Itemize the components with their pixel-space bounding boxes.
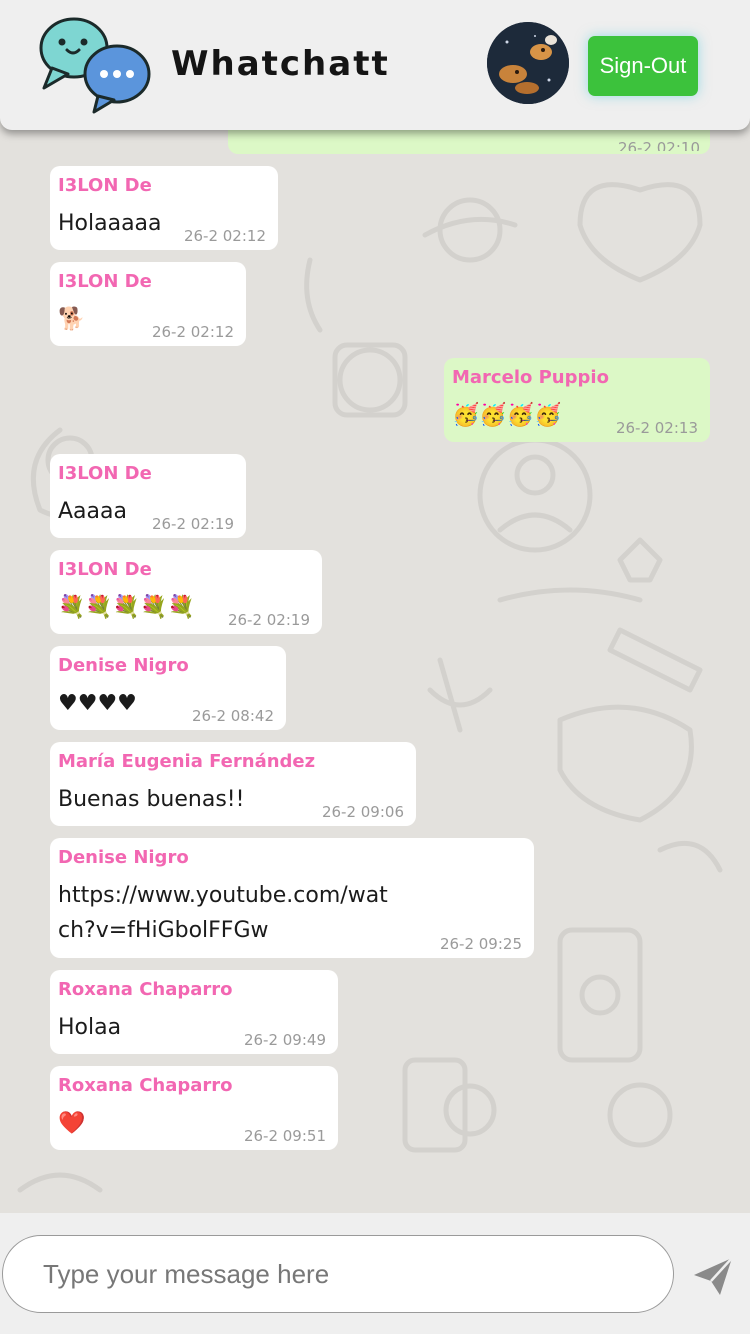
chat-bubbles-icon bbox=[39, 17, 151, 114]
message-sender: Roxana Chaparro bbox=[58, 1075, 233, 1096]
message-time: 26-2 09:51 bbox=[243, 1127, 326, 1145]
message-time: 26-2 02:12 bbox=[183, 227, 266, 245]
message-bubble: I3LON De 🐕 26-2 02:12 bbox=[50, 262, 246, 346]
message-bubble: Roxana Chaparro Holaa 26-2 09:49 bbox=[50, 970, 338, 1054]
message-bubble: I3LON De 💐💐💐💐💐 26-2 02:19 bbox=[50, 550, 322, 634]
message-bubble: María Eugenia Fernández Buenas buenas!! … bbox=[50, 742, 416, 826]
message-text: 💐💐💐💐💐 bbox=[58, 595, 195, 620]
message-time: 26-2 02:13 bbox=[615, 419, 698, 437]
message-time: 26-2 02:19 bbox=[151, 515, 234, 533]
message-time: 26-2 09:25 bbox=[439, 935, 522, 953]
message-text: Holaaaaa bbox=[58, 211, 162, 236]
message-bubble: I3LON De Holaaaaa 26-2 02:12 bbox=[50, 166, 278, 250]
message-text: ❤️ bbox=[58, 1111, 86, 1136]
message-text: Holaa bbox=[58, 1015, 122, 1040]
message-sender: I3LON De bbox=[58, 175, 152, 196]
message-time: 26-2 08:42 bbox=[191, 707, 274, 725]
message-sender: Marcelo Puppio bbox=[452, 367, 609, 388]
message-time: 26-2 09:06 bbox=[321, 803, 404, 821]
chat-messages-area[interactable]: 26-2 02:10 I3LON De Holaaaaa 26-2 02:12 … bbox=[0, 130, 750, 1213]
send-icon bbox=[694, 1257, 733, 1295]
user-avatar[interactable] bbox=[487, 22, 569, 104]
message-text: ♥♥♥♥ bbox=[58, 691, 137, 716]
message-bubble: I3LON De Aaaaa 26-2 02:19 bbox=[50, 454, 246, 538]
message-sender: María Eugenia Fernández bbox=[58, 751, 316, 772]
app-header: Whatchatt Sign-Out bbox=[0, 0, 750, 130]
message-input[interactable] bbox=[2, 1235, 674, 1313]
message-composer bbox=[0, 1213, 750, 1334]
message-sender: Denise Nigro bbox=[58, 847, 189, 868]
message-sender: I3LON De bbox=[58, 271, 152, 292]
app-title: Whatchatt bbox=[171, 44, 390, 84]
message-text: Aaaaa bbox=[58, 499, 127, 524]
message-bubble: Roxana Chaparro ❤️ 26-2 09:51 bbox=[50, 1066, 338, 1150]
message-time: 26-2 02:10 bbox=[617, 141, 700, 151]
message-text: 🐕 bbox=[58, 307, 86, 332]
message-bubble: Denise Nigro ♥♥♥♥ 26-2 08:42 bbox=[50, 646, 286, 730]
message-time: 26-2 02:12 bbox=[151, 323, 234, 341]
message-sender: Denise Nigro bbox=[58, 655, 189, 676]
message-time: 26-2 02:19 bbox=[227, 611, 310, 629]
previous-message-bubble: 26-2 02:10 bbox=[228, 130, 710, 154]
own-message-bubble: Marcelo Puppio 🥳🥳🥳🥳 26-2 02:13 bbox=[444, 358, 710, 442]
send-button[interactable] bbox=[690, 1253, 736, 1299]
message-link-text[interactable]: https://www.youtube.com/wat ch?v=fHiGbol… bbox=[58, 878, 388, 948]
message-sender: I3LON De bbox=[58, 559, 152, 580]
message-text: Buenas buenas!! bbox=[58, 787, 245, 812]
message-sender: Roxana Chaparro bbox=[58, 979, 233, 1000]
message-bubble: Denise Nigro https://www.youtube.com/wat… bbox=[50, 838, 534, 958]
message-text: 🥳🥳🥳🥳 bbox=[452, 403, 562, 428]
message-sender: I3LON De bbox=[58, 463, 152, 484]
sign-out-button[interactable]: Sign-Out bbox=[588, 36, 698, 96]
message-time: 26-2 09:49 bbox=[243, 1031, 326, 1049]
avatar-image bbox=[487, 22, 569, 104]
